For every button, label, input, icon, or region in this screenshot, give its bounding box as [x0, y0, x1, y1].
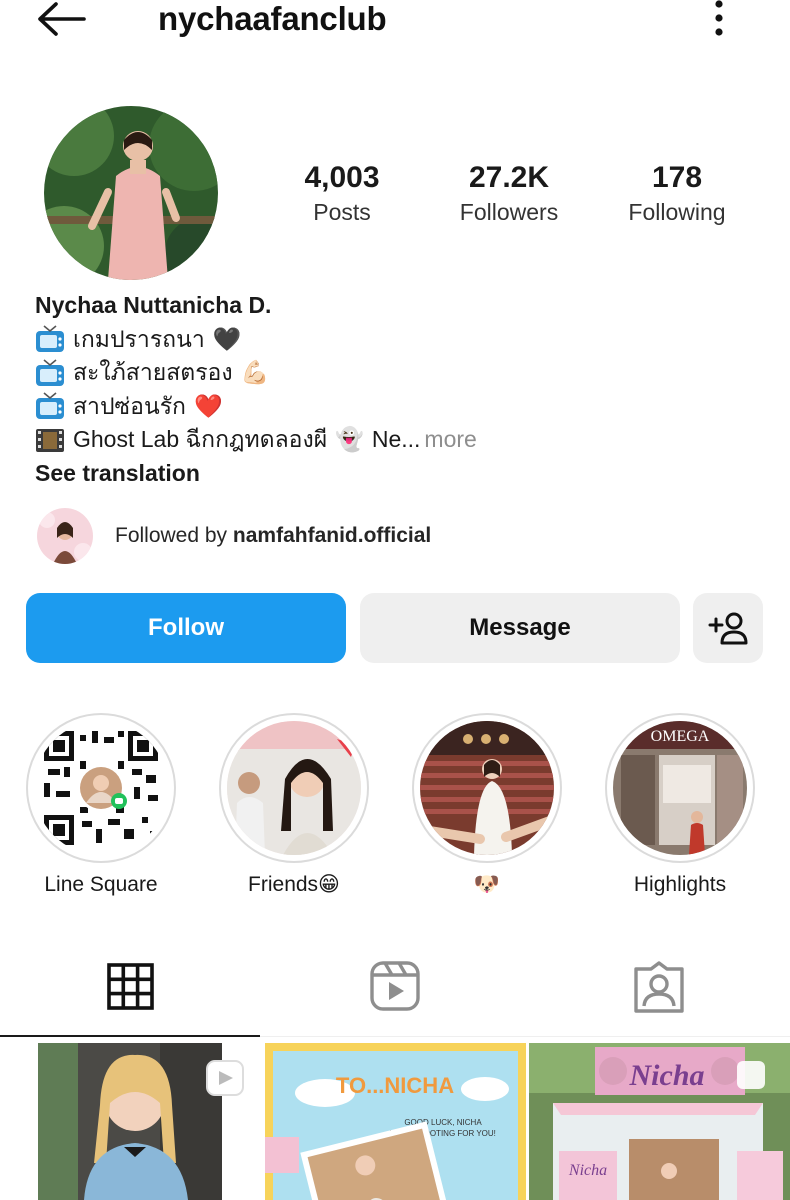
following-count-label: Following — [628, 199, 726, 225]
followers-count[interactable]: 27.2K Followers — [429, 160, 589, 228]
following-count-value: 178 — [651, 161, 703, 194]
arrow-left-icon — [38, 2, 86, 36]
highlight-cover — [420, 721, 554, 855]
flexed-biceps-emoji: 💪🏻 — [240, 359, 270, 385]
tab-reels[interactable] — [367, 960, 423, 1016]
highlight-item[interactable]: Line Square — [26, 713, 176, 899]
omega-store-photo: OMEGA — [613, 721, 747, 855]
post-sign-text: Nicha — [629, 1059, 705, 1092]
tv-icon — [36, 392, 64, 420]
bio-line-text: เกมปรารถนา — [73, 325, 205, 352]
post-thumbnail[interactable]: TO...NICHA GOOD LUCK, NICHA WE'RE ROOTIN… — [265, 1043, 526, 1200]
tv-icon — [36, 325, 64, 353]
tagged-icon — [634, 961, 684, 1013]
profile-photo — [44, 106, 218, 280]
black-heart-emoji: 🖤 — [212, 325, 242, 352]
bio-line: สะใภ้สายสตรอง 💪🏻 — [35, 356, 755, 390]
tv-icon — [36, 359, 64, 386]
post-image: TO...NICHA GOOD LUCK, NICHA WE'RE ROOTIN… — [265, 1043, 526, 1200]
red-heart-emoji: ❤️ — [193, 392, 223, 419]
follow-button[interactable]: Follow — [26, 593, 346, 663]
omega-sign: OMEGA — [651, 728, 710, 745]
followed-by-text: Followed by namfahfanid.official — [115, 524, 431, 548]
post-small-sign-text: Nicha — [568, 1162, 607, 1179]
profile-username: nychaafanclub — [158, 0, 387, 37]
posts-count[interactable]: 4,003 Posts — [262, 160, 422, 228]
vertical-dots-icon — [715, 0, 723, 36]
followed-by-prefix: Followed by — [115, 524, 228, 547]
post-image — [0, 1043, 262, 1200]
highlight-item[interactable]: Friends😁 — [219, 713, 369, 899]
message-button[interactable]: Message — [360, 593, 680, 663]
post-image: Nicha Nicha — [529, 1043, 790, 1200]
more-options-button[interactable] — [706, 0, 732, 38]
grid-icon — [107, 963, 154, 1010]
followers-count-value: 27.2K — [468, 161, 550, 194]
post-thumbnail[interactable]: Nicha Nicha — [529, 1043, 790, 1200]
bio-line: เกมปรารถนา 🖤 — [35, 323, 755, 357]
highlight-cover — [227, 721, 361, 855]
bio-line-text: Ghost Lab ฉีกกฎทดลองผี — [73, 426, 328, 452]
qr-code-image — [34, 721, 168, 855]
bio-line: สาปซ่อนรัก ❤️ — [35, 390, 755, 424]
post-thumbnail[interactable] — [0, 1043, 262, 1200]
friends-photo — [227, 721, 361, 855]
posts-count-label: Posts — [313, 199, 371, 225]
top-bar: nychaafanclub — [0, 0, 790, 40]
post-title-text: TO...NICHA — [336, 1073, 454, 1098]
active-tab-indicator — [0, 1035, 260, 1037]
reels-icon — [370, 961, 420, 1011]
followed-by-row[interactable]: Followed by namfahfanid.official — [37, 508, 637, 564]
highlight-label: Line Square — [44, 873, 158, 896]
profile-avatar[interactable] — [44, 106, 218, 280]
highlight-ring: OMEGA — [605, 713, 755, 863]
highlight-cover: OMEGA — [613, 721, 747, 855]
profile-display-name: Nychaa Nuttanicha D. — [35, 292, 272, 318]
highlight-ring — [26, 713, 176, 863]
highlight-item[interactable]: 🐶 — [412, 713, 562, 899]
see-translation-link[interactable]: See translation — [35, 457, 755, 491]
suggested-users-button[interactable] — [693, 593, 763, 663]
tab-posts-grid[interactable] — [102, 960, 158, 1016]
follower-avatar — [37, 508, 93, 564]
event-photo — [420, 721, 554, 855]
followed-by-account[interactable]: namfahfanid.official — [233, 524, 431, 547]
posts-count-value: 4,003 — [304, 161, 380, 194]
highlight-cover — [34, 721, 168, 855]
bio-line-text: สาปซ่อนรัก — [73, 392, 186, 419]
following-count[interactable]: 178 Following — [597, 160, 757, 228]
bio-line: Ghost Lab ฉีกกฎทดลองผี 👻 Ne... more — [35, 423, 755, 457]
bio-more-link[interactable]: more — [424, 423, 476, 457]
bio-truncated-text: Ne... — [371, 426, 421, 452]
highlight-ring — [412, 713, 562, 863]
highlight-label: Highlights — [633, 873, 727, 896]
back-button[interactable] — [34, 0, 88, 38]
highlight-label: Friends😁 — [248, 873, 340, 896]
highlight-label: 🐶 — [473, 873, 501, 896]
profile-bio: Nychaa Nuttanicha D. เกมปรารถนา 🖤 สะใภ้ส… — [35, 289, 755, 490]
bio-line-text: สะใภ้สายสตรอง — [73, 359, 233, 385]
highlight-item[interactable]: OMEGA Highlights — [605, 713, 755, 899]
highlight-ring — [219, 713, 369, 863]
followers-count-label: Followers — [459, 199, 559, 225]
add-user-icon — [708, 612, 748, 645]
tab-tagged[interactable] — [631, 960, 687, 1016]
ghost-emoji: 👻 — [335, 426, 364, 452]
film-icon — [36, 428, 64, 452]
